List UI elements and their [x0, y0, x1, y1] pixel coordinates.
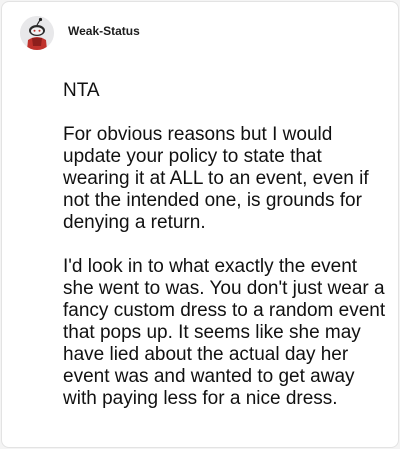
comment-author[interactable]: Weak-Status — [68, 24, 140, 38]
comment-header: Weak-Status — [20, 16, 140, 50]
comment-paragraph: I'd look in to what exactly the event sh… — [63, 256, 386, 409]
comment-paragraph: For obvious reasons but I would update y… — [63, 124, 369, 233]
comment-card: Weak-Status NTA For obvious reasons but … — [1, 1, 399, 448]
comment-paragraph: NTA — [63, 80, 100, 101]
avatar[interactable] — [20, 16, 54, 50]
snoo-avatar-icon — [20, 16, 54, 50]
comment-body: NTA For obvious reasons but I would upda… — [63, 80, 388, 410]
